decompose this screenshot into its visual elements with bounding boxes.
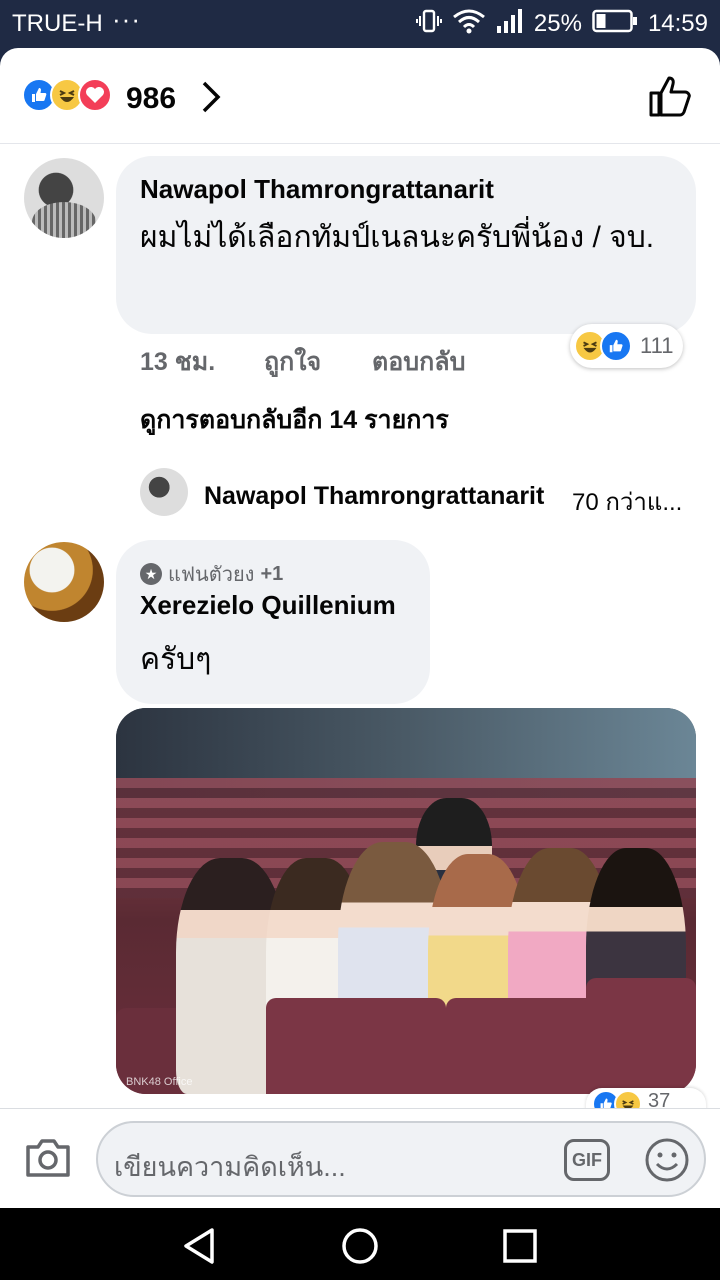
status-bar: TRUE-H ··· 25% 14:59 — [0, 0, 720, 48]
signal-icon — [496, 8, 524, 41]
avatar[interactable] — [24, 158, 104, 238]
reaction-count: 111 — [640, 333, 674, 358]
badge-plus: +1 — [260, 562, 284, 585]
reply-link[interactable]: ตอบกลับ — [372, 342, 465, 382]
badge-label: แฟนตัวยง — [168, 564, 255, 586]
clock: 14:59 — [647, 10, 708, 37]
carrier-name: TRUE-H — [12, 10, 103, 37]
like-button-icon[interactable] — [648, 74, 692, 123]
notification-dots: ··· — [112, 4, 141, 34]
comment-input[interactable]: เขียนความคิดเห็น... GIF — [96, 1121, 706, 1197]
avatar — [140, 468, 188, 516]
comments-sheet: 986 Nawapol Thamrongrattanarit ผมไม่ได้เ… — [0, 48, 720, 1208]
star-icon: ★ — [140, 563, 162, 585]
sticker-icon[interactable] — [644, 1137, 690, 1188]
battery-percent: 25% — [533, 10, 582, 37]
chevron-right-icon[interactable] — [200, 80, 222, 119]
comment-reaction-pill[interactable]: 111 — [570, 324, 684, 368]
like-icon — [600, 330, 632, 362]
view-more-replies[interactable]: ดูการตอบกลับอีก 14 รายการ — [140, 400, 449, 440]
recents-icon[interactable] — [500, 1226, 540, 1271]
comment-time: 13 ชม. — [140, 348, 216, 376]
back-icon[interactable] — [180, 1226, 220, 1271]
vibrate-icon — [415, 8, 442, 41]
system-nav-bar — [0, 1208, 720, 1280]
like-link[interactable]: ถูกใจ — [264, 342, 321, 382]
reaction-total: 986 — [126, 82, 177, 115]
status-right: 25% 14:59 — [415, 8, 708, 41]
comment-bubble[interactable]: ★ แฟนตัวยง +1 Xerezielo Quillenium ครับๆ — [116, 540, 430, 704]
reply-snippet: 70 กว่าแ... — [572, 489, 683, 516]
photo-watermark: BNK48 Office — [126, 1076, 193, 1088]
comment-composer: เขียนความคิดเห็น... GIF — [0, 1108, 720, 1208]
fan-badge: ★ แฟนตัวยง +1 — [140, 558, 283, 590]
avatar[interactable] — [24, 542, 104, 622]
comment-author[interactable]: Xerezielo Quillenium — [140, 590, 396, 621]
comment-bubble[interactable]: Nawapol Thamrongrattanarit ผมไม่ได้เลือก… — [116, 156, 696, 334]
comment-text: ครับๆ — [140, 643, 212, 676]
battery-icon — [592, 9, 638, 40]
comment-text: ผมไม่ได้เลือกทัมป์เนลนะครับพี่น้อง / จบ. — [140, 221, 655, 254]
reactions-summary[interactable]: 986 — [0, 48, 720, 144]
wifi-icon — [452, 8, 486, 41]
home-icon[interactable] — [340, 1226, 380, 1271]
reply-author: Nawapol Thamrongrattanarit — [204, 482, 545, 510]
comment-placeholder: เขียนความคิดเห็น... — [114, 1152, 346, 1182]
comment-author[interactable]: Nawapol Thamrongrattanarit — [140, 174, 494, 205]
comment-photo[interactable]: BNK48 Office — [116, 708, 696, 1094]
reply-preview[interactable]: Nawapol Thamrongrattanarit 70 กว่าแ... — [140, 466, 700, 522]
reaction-icons — [22, 78, 112, 112]
love-icon — [78, 78, 112, 112]
camera-icon[interactable] — [24, 1135, 72, 1184]
gif-button[interactable]: GIF — [564, 1139, 610, 1181]
